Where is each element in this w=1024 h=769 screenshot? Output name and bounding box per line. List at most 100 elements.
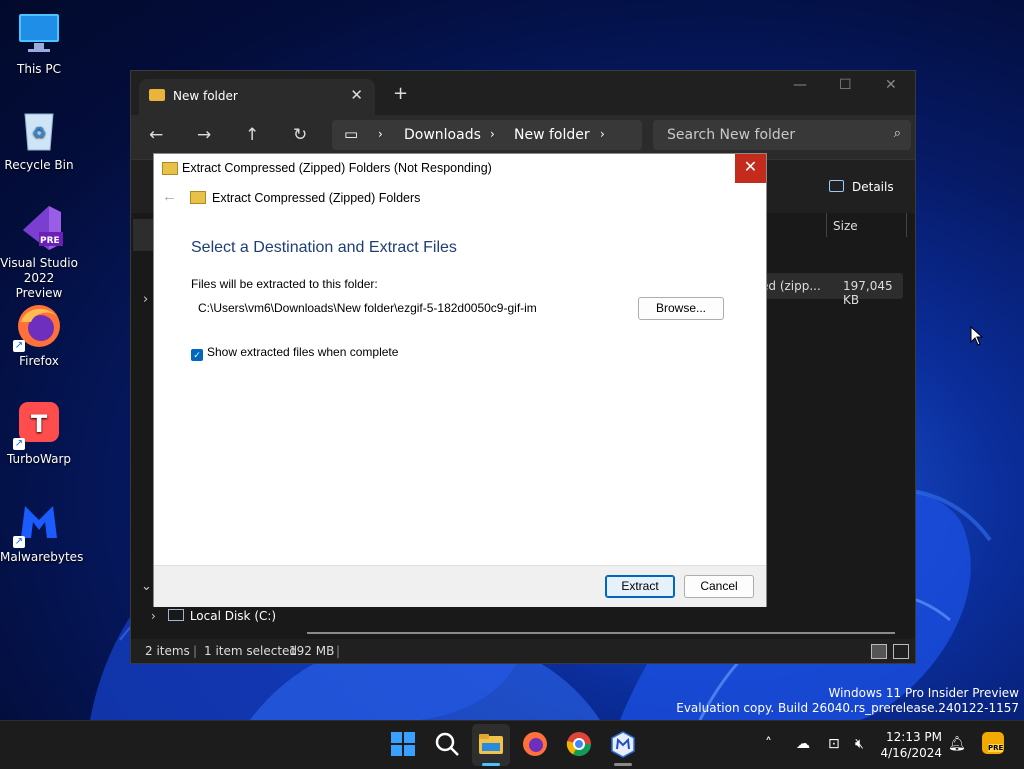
destination-path-field[interactable]: C:\Users\vm6\Downloads\New folder\ezgif-… [198,301,537,315]
forward-icon[interactable]: → [197,125,211,145]
desktop-icon-label: Visual Studio 2022 Preview [0,256,78,300]
status-size: 192 MB [289,644,335,658]
details-button[interactable]: Details [829,180,894,194]
tiles-view-icon[interactable] [893,644,909,659]
extract-dialog[interactable]: Extract Compressed (Zipped) Folders (Not… [153,153,767,607]
minimize-icon[interactable]: — [793,77,807,93]
tab-title: New folder [173,89,238,103]
close-window-icon[interactable]: ✕ [885,77,897,93]
details-pane-icon [829,180,844,192]
column-divider[interactable] [826,213,827,237]
desktop-icon-turbowarp[interactable]: T ↗ TurboWarp [0,400,78,467]
status-selected: 1 item selected [204,644,298,658]
svg-text:♻: ♻ [32,123,46,142]
extract-button[interactable]: Extract [605,575,675,598]
desktop-icon-recycle-bin[interactable]: ♻ Recycle Bin [0,106,78,173]
shortcut-arrow-icon: ↗ [13,438,25,450]
monitor-icon [15,10,63,58]
up-icon[interactable]: ↑ [245,125,259,145]
chevron-right-icon[interactable]: › [143,292,148,307]
drive-icon [167,609,184,621]
onedrive-offline-icon[interactable]: ☁ [796,736,810,752]
nav-item-label: Local Disk (C:) [189,609,277,623]
watermark-line: Windows 11 Pro Insider Preview [828,686,1019,700]
close-tab-icon[interactable]: ✕ [350,86,363,104]
desktop-icon-label: Malwarebytes [0,550,84,564]
chrome-icon[interactable] [564,729,594,759]
column-size[interactable]: Size [833,219,858,233]
status-divider: | [336,644,341,658]
malwarebytes-icon: ↗ [13,498,63,548]
firefox-icon[interactable] [520,729,550,759]
folder-icon [149,89,165,101]
close-button[interactable]: ✕ [735,154,766,183]
chevron-down-icon[interactable]: ⌄ [141,579,152,594]
pre-badge: PRE [40,236,60,246]
nav-item-local-disk[interactable]: › Local Disk (C:) [151,609,276,623]
desktop-icon-label: TurboWarp [6,452,71,466]
status-item-count: 2 items [145,644,190,658]
desktop-icon-label: This PC [17,62,61,76]
chevron-right-icon: › [151,609,156,623]
checkmark-icon: ✓ [191,349,203,361]
horizontal-scrollbar[interactable] [307,632,895,634]
browse-button[interactable]: Browse... [638,297,724,320]
file-explorer-icon[interactable] [476,729,506,759]
chevron-up-icon[interactable]: ˄ [765,736,772,752]
copilot-icon[interactable]: PRE [982,732,1004,754]
address-bar[interactable]: ▭ › Downloads › New folder › [332,120,642,150]
column-divider[interactable] [906,213,907,237]
breadcrumb-downloads[interactable]: Downloads [404,127,481,143]
refresh-icon[interactable]: ↻ [293,125,307,145]
zip-folder-icon [162,162,178,175]
search-box[interactable]: Search New folder ⌕ [653,120,911,150]
desktop-icon-firefox[interactable]: ↗ Firefox [0,302,78,369]
chevron-right-icon: › [490,127,495,141]
cancel-button[interactable]: Cancel [684,575,754,598]
dialog-footer: Extract Cancel [154,565,766,607]
wizard-title: Extract Compressed (Zipped) Folders [212,191,421,205]
maximize-icon[interactable]: ☐ [839,77,852,93]
tab-new-folder[interactable]: New folder ✕ [139,79,375,115]
new-tab-button[interactable]: + [393,83,408,104]
zip-folder-icon [190,191,206,204]
status-bar: 2 items | 1 item selected 192 MB | [131,639,915,663]
running-indicator [614,763,632,766]
destination-label: Files will be extracted to this folder: [191,277,378,291]
search-placeholder: Search New folder [667,127,796,143]
clock-date: 4/16/2024 [880,746,942,760]
clock-time: 12:13 PM [886,730,942,744]
details-label: Details [852,180,894,194]
tab-bar: New folder ✕ + — ☐ ✕ [131,71,915,115]
network-icon[interactable]: ⊡ [828,736,840,752]
desktop-icon-label: Firefox [19,354,59,368]
status-divider: | [193,644,198,658]
file-size: 197,045 KB [843,279,893,307]
running-indicator [482,763,500,766]
desktop-icon-this-pc[interactable]: This PC [0,10,78,77]
back-arrow-icon[interactable]: ← [162,188,177,205]
evaluation-watermark: Windows 11 Pro Insider Preview Evaluatio… [676,686,1019,716]
show-files-checkbox[interactable]: ✓ Show extracted files when complete [191,345,398,361]
breadcrumb-new-folder[interactable]: New folder [514,127,590,143]
turbowarp-icon: T ↗ [13,400,63,450]
clock[interactable]: 12:13 PM 4/16/2024 [878,729,942,761]
details-view-icon[interactable] [871,644,887,659]
search-icon[interactable] [432,729,462,759]
back-icon[interactable]: ← [149,125,163,145]
notification-bell-icon[interactable]: 🔔︎ [948,736,966,752]
visual-studio-icon: PRE [15,204,63,252]
desktop-icon-malwarebytes[interactable]: ↗ Malwarebytes [0,498,84,565]
monitor-icon: ▭ [344,125,359,143]
taskbar: ˄ ☁ ⊡ 🔇︎ 12:13 PM 4/16/2024 🔔︎ PRE [0,720,1024,769]
desktop-icon-visual-studio[interactable]: PRE Visual Studio 2022 Preview [0,204,78,301]
firefox-icon: ↗ [13,302,63,352]
start-icon[interactable] [388,729,418,759]
volume-muted-icon[interactable]: 🔇︎ [855,736,864,752]
recycle-bin-icon: ♻ [15,106,63,154]
chevron-right-icon: › [600,127,605,141]
malwarebytes-icon[interactable] [608,729,638,759]
dialog-heading: Select a Destination and Extract Files [191,239,457,256]
nav-pane-selection[interactable] [133,219,153,251]
dialog-titlebar[interactable]: Extract Compressed (Zipped) Folders (Not… [154,154,766,183]
